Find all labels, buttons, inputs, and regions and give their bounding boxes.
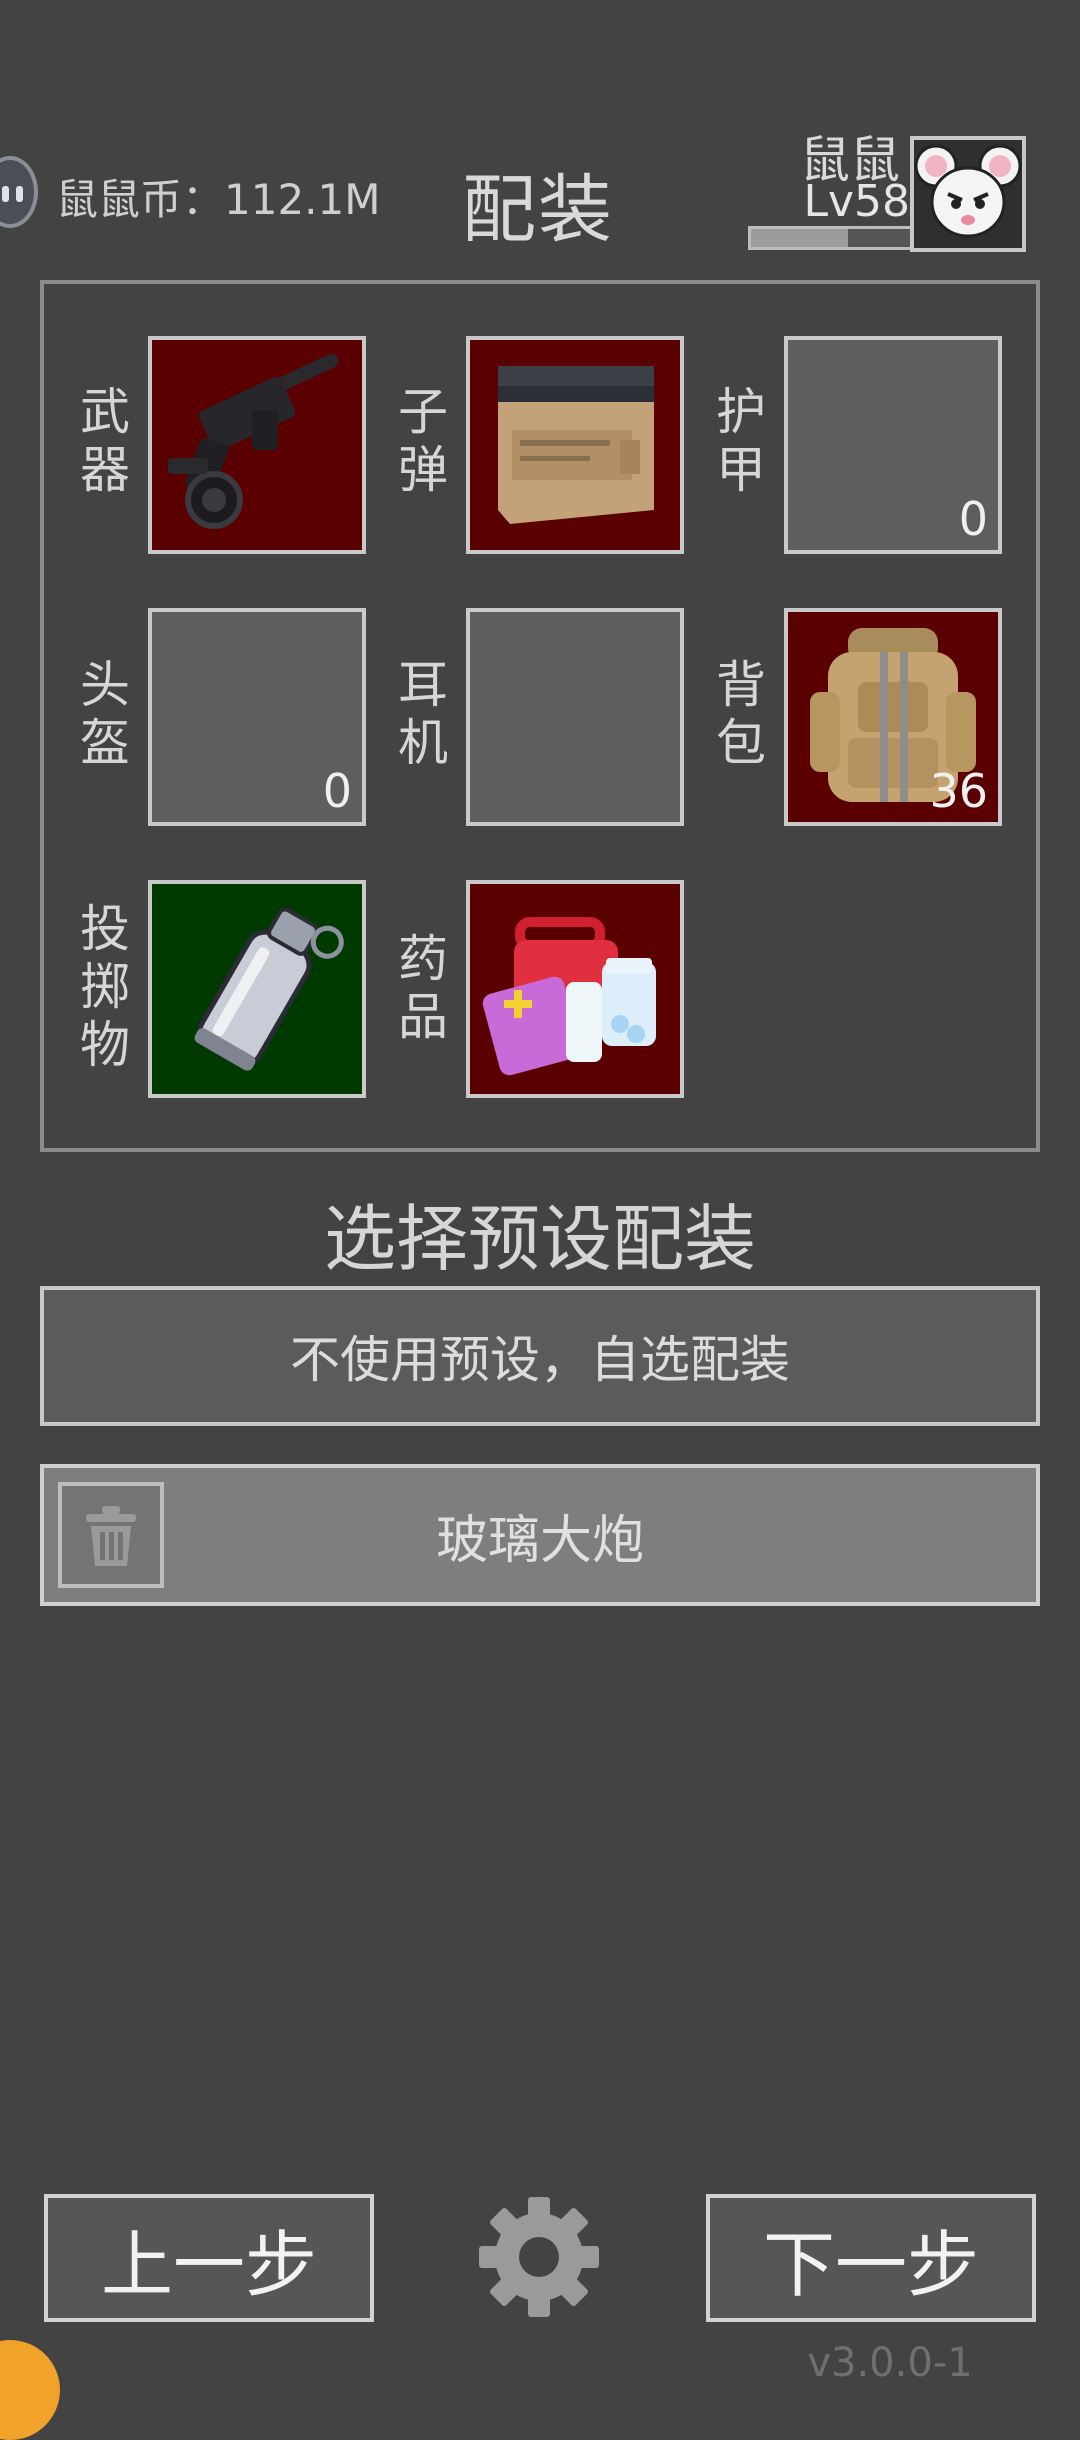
version-label: v3.0.0-1 (807, 2340, 973, 2386)
avatar[interactable] (910, 136, 1026, 252)
armor-count: 0 (958, 492, 988, 546)
headset-slot[interactable] (466, 608, 684, 826)
weapon-slot[interactable] (148, 336, 366, 554)
ammo-box-icon (498, 366, 654, 524)
slot-label-armor: 护 甲 (716, 383, 766, 499)
page-title: 配装 (462, 167, 614, 253)
coin-icon (0, 156, 38, 228)
backpack-slot[interactable]: 36 (784, 608, 1002, 826)
gear-icon (479, 2197, 599, 2317)
helmet-slot[interactable]: 0 (148, 608, 366, 826)
slot-label-headset: 耳 机 (398, 656, 448, 772)
next-step-button[interactable]: 下一步 (706, 2194, 1036, 2322)
helmet-count: 0 (322, 764, 352, 818)
grenade-icon (194, 907, 344, 1071)
no-preset-button[interactable]: 不使用预设，自选配装 (40, 1286, 1040, 1426)
mouse-avatar-icon (914, 144, 1022, 238)
slot-label-helmet: 头 盔 (80, 656, 130, 772)
coin-balance: 鼠鼠币：112.1M (56, 175, 381, 224)
throwable-slot[interactable] (148, 880, 366, 1098)
slot-label-backpack: 背 包 (716, 656, 766, 772)
ammo-slot[interactable] (466, 336, 684, 554)
armor-slot[interactable]: 0 (784, 336, 1002, 554)
backpack-count: 36 (929, 764, 988, 818)
preset-item[interactable]: 玻璃大炮 (40, 1464, 1040, 1606)
xp-progress-bar (748, 226, 916, 250)
settings-button[interactable] (474, 2192, 604, 2322)
user-level: Lv58 (803, 176, 910, 227)
medicine-slot[interactable] (466, 880, 684, 1098)
xp-progress-fill (751, 229, 849, 247)
preset-name: 玻璃大炮 (435, 1510, 644, 1571)
preset-section-title: 选择预设配装 (323, 1197, 756, 1281)
slot-label-throwable: 投 掷 物 (80, 900, 130, 1074)
slot-label-weapon: 武 器 (80, 383, 130, 499)
slot-label-medicine: 药 品 (398, 930, 448, 1046)
slot-label-ammo: 子 弹 (398, 383, 448, 499)
medkit-icon (482, 917, 656, 1076)
corner-badge-icon[interactable] (0, 2340, 60, 2440)
rifle-icon (168, 353, 339, 529)
previous-step-button[interactable]: 上一步 (44, 2194, 374, 2322)
